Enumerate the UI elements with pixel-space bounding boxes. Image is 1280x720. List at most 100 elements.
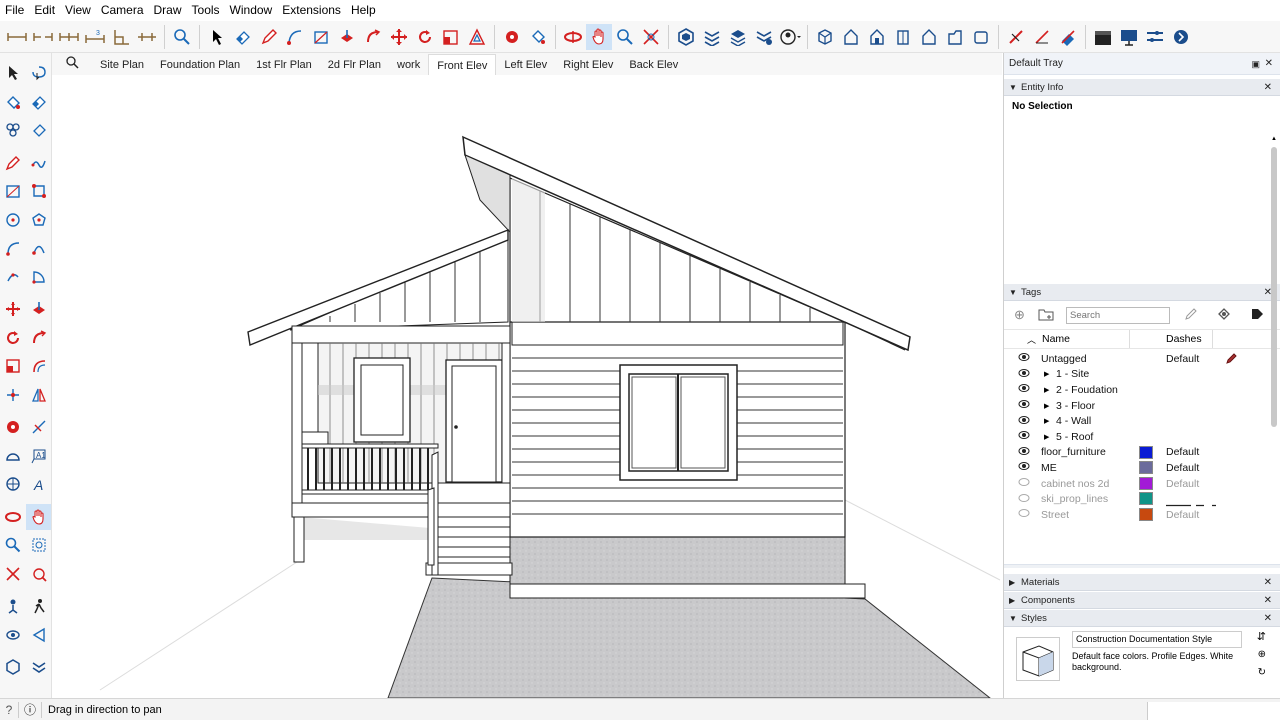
close-icon[interactable]: ✕ <box>1265 53 1273 75</box>
flip-axes-icon[interactable] <box>0 382 26 408</box>
tag-name[interactable]: 3 - Floor <box>1056 400 1095 412</box>
mirror-icon[interactable] <box>26 382 51 408</box>
iso-view-icon[interactable] <box>812 24 838 50</box>
tag-eraser-icon[interactable] <box>26 117 51 143</box>
eye-visible-icon[interactable] <box>1018 383 1030 396</box>
text-label-icon[interactable]: A1 <box>26 443 51 469</box>
materials-header[interactable]: ▶ Materials ✕ <box>1004 573 1280 591</box>
select-arrow-icon[interactable] <box>0 60 26 86</box>
tags-header[interactable]: ▼ Tags ✕ <box>1004 284 1280 301</box>
folder-expand-icon[interactable]: ▶ <box>1044 417 1049 425</box>
style-name-field[interactable]: Construction Documentation Style <box>1072 630 1242 648</box>
update-style-icon[interactable]: ⇵ <box>1257 630 1266 643</box>
back-view-icon[interactable] <box>916 24 942 50</box>
chevron-right-icon[interactable] <box>1168 24 1194 50</box>
tag-color-swatch[interactable] <box>1139 492 1153 506</box>
tag-row[interactable]: cabinet nos 2d Default <box>1004 476 1280 492</box>
lasso-select-icon[interactable] <box>26 60 51 86</box>
entity-info-header[interactable]: ▼ Entity Info ✕ <box>1004 79 1280 96</box>
measurements-box[interactable] <box>1147 702 1280 720</box>
top-view-icon[interactable] <box>838 24 864 50</box>
zoom-window-icon[interactable] <box>26 532 51 558</box>
zoom-extents-icon[interactable] <box>638 24 664 50</box>
folder-expand-icon[interactable]: ▶ <box>1044 433 1049 441</box>
tab-site-plan[interactable]: Site Plan <box>92 54 152 75</box>
offset-icon[interactable] <box>464 24 490 50</box>
zoom-icon[interactable] <box>612 24 638 50</box>
pan-hand-icon[interactable] <box>26 503 51 530</box>
tag-dashes[interactable]: Default <box>1166 509 1199 521</box>
tag-name[interactable]: 1 - Site <box>1056 368 1089 380</box>
close-icon[interactable]: ✕ <box>1264 79 1272 96</box>
scrollbar-thumb[interactable] <box>1271 147 1277 427</box>
tag-row[interactable]: Street Default <box>1004 507 1280 523</box>
tag-row[interactable]: ▶ 4 - Wall <box>1004 413 1280 429</box>
pie-icon[interactable] <box>26 264 51 290</box>
styles-header[interactable]: ▼ Styles ✕ <box>1004 609 1280 627</box>
front-view-icon[interactable] <box>864 24 890 50</box>
refresh-icon[interactable]: ↻ <box>1258 667 1266 678</box>
push-pull-icon[interactable] <box>26 296 51 322</box>
tape-measure-icon[interactable] <box>0 414 26 440</box>
model-viewport[interactable] <box>52 75 1002 698</box>
menu-camera[interactable]: Camera <box>96 0 149 21</box>
tag-name[interactable]: ski_prop_lines <box>1041 493 1108 505</box>
eraser-icon[interactable] <box>26 89 51 115</box>
arc-icon[interactable] <box>282 24 308 50</box>
create-style-icon[interactable]: ⊕ <box>1258 649 1266 660</box>
menu-draw[interactable]: Draw <box>149 0 187 21</box>
folder-expand-icon[interactable]: ▶ <box>1044 370 1049 378</box>
help-icon[interactable]: ? <box>0 703 18 717</box>
eye-visible-icon[interactable] <box>1018 352 1030 365</box>
tag-color-swatch[interactable] <box>1139 507 1153 521</box>
extension-warehouse-icon[interactable] <box>26 654 51 680</box>
tag-dashes[interactable]: Default <box>1166 478 1199 490</box>
folder-expand-icon[interactable]: ▶ <box>1044 386 1049 394</box>
tag-color-swatch[interactable] <box>1139 445 1153 459</box>
style-description[interactable]: Default face colors. Profile Edges. Whit… <box>1072 651 1242 673</box>
eye-visible-icon[interactable] <box>1018 368 1030 381</box>
previous-view-icon[interactable] <box>26 561 51 587</box>
tag-pencil-icon[interactable] <box>1184 307 1200 324</box>
tag-name[interactable]: 5 - Roof <box>1056 431 1093 443</box>
tag-row[interactable]: ▶ 1 - Site <box>1004 367 1280 383</box>
eye-hidden-icon[interactable] <box>1018 493 1030 506</box>
make-component-icon[interactable] <box>0 117 26 143</box>
folder-expand-icon[interactable]: ▶ <box>1044 402 1049 410</box>
warehouse-icon[interactable] <box>673 24 699 50</box>
eye-visible-icon[interactable] <box>1018 430 1030 443</box>
dimension-icon[interactable] <box>26 414 51 440</box>
circle-icon[interactable] <box>0 207 26 233</box>
two-point-arc-icon[interactable] <box>26 235 51 261</box>
offset-icon[interactable] <box>26 353 51 379</box>
menu-tools[interactable]: Tools <box>187 0 225 21</box>
orbit-icon[interactable] <box>0 504 26 530</box>
rotate-icon[interactable] <box>412 24 438 50</box>
user-account-icon[interactable] <box>777 24 803 50</box>
tag-name[interactable]: Street <box>1041 509 1069 521</box>
polygon-icon[interactable] <box>26 207 51 233</box>
tag-name[interactable]: floor_furniture <box>1041 446 1106 458</box>
rectangle-icon[interactable] <box>0 178 26 204</box>
display-section-cut-icon[interactable] <box>1029 24 1055 50</box>
eraser-icon[interactable] <box>230 24 256 50</box>
sort-up-icon[interactable]: ︿ <box>1027 333 1036 346</box>
scale-icon[interactable] <box>0 353 26 379</box>
dimension-line-icon[interactable] <box>4 24 30 50</box>
menu-file[interactable]: File <box>0 0 29 21</box>
tag-color-swatch[interactable] <box>1139 476 1153 490</box>
settings-sliders-icon[interactable] <box>1142 24 1168 50</box>
tag-name[interactable]: 2 - Foudation <box>1056 384 1118 396</box>
tab-work[interactable]: work <box>389 54 428 75</box>
tag-dashes[interactable]: Default <box>1166 462 1199 474</box>
extension-warehouse-icon[interactable] <box>699 24 725 50</box>
axes-icon[interactable] <box>0 471 26 497</box>
tag-name[interactable]: cabinet nos 2d <box>1041 478 1109 490</box>
column-name[interactable]: Name <box>1042 333 1070 345</box>
add-tag-folder-icon[interactable] <box>1038 307 1056 324</box>
tab-2d-flr-plan[interactable]: 2d Flr Plan <box>320 54 389 75</box>
tab-1st-flr-plan[interactable]: 1st Flr Plan <box>248 54 320 75</box>
menu-edit[interactable]: Edit <box>29 0 60 21</box>
dimension-break-icon[interactable] <box>30 24 56 50</box>
arc-icon[interactable] <box>0 235 26 261</box>
